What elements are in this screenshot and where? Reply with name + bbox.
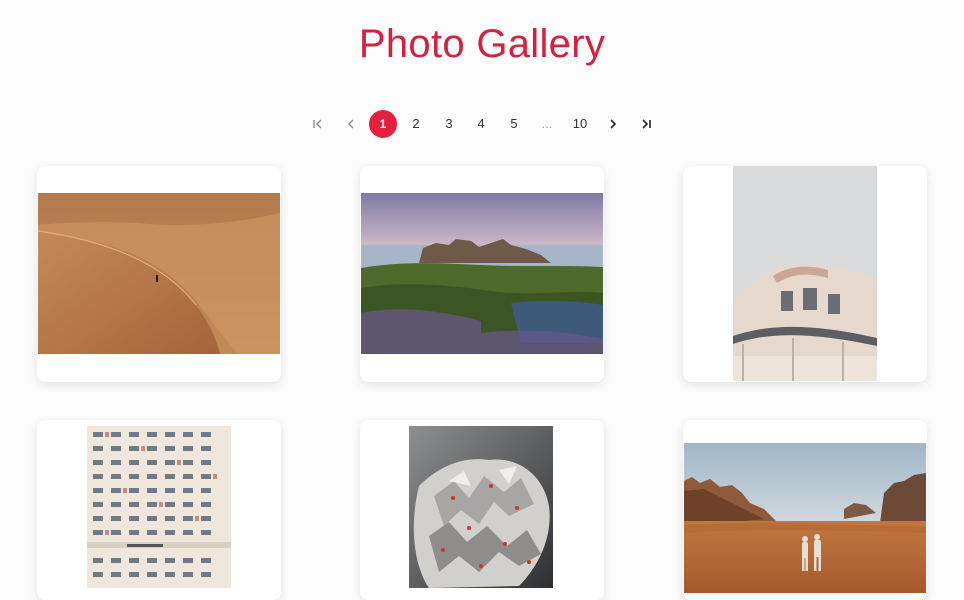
previous-page-button[interactable]	[341, 110, 361, 138]
page-title: Photo Gallery	[358, 22, 606, 66]
desert-couple-photo	[684, 443, 926, 593]
page-button-5[interactable]: 5	[504, 110, 524, 138]
gallery-card[interactable]	[360, 420, 604, 600]
page-button-3[interactable]: 3	[439, 110, 459, 138]
page-button-1[interactable]: 1	[369, 110, 397, 138]
desert-dune-photo	[38, 193, 280, 354]
chevron-left-icon	[348, 119, 354, 129]
gallery-card[interactable]	[360, 166, 604, 382]
gallery-card[interactable]	[683, 420, 927, 600]
abstract-sculpture-photo	[409, 426, 553, 588]
pagination-ellipsis: ...	[541, 116, 553, 131]
gallery-card[interactable]	[683, 166, 927, 382]
next-page-button[interactable]	[603, 110, 623, 138]
page-button-2[interactable]: 2	[406, 110, 426, 138]
gallery-card[interactable]	[37, 420, 281, 600]
building-facade-photo	[733, 166, 877, 381]
page-button-10[interactable]: 10	[567, 110, 593, 138]
coastal-rocks-photo	[361, 193, 603, 354]
first-page-icon	[313, 119, 322, 129]
parking-building-photo	[87, 426, 231, 588]
gallery-card[interactable]	[37, 166, 281, 382]
first-page-button[interactable]	[308, 110, 328, 138]
page-button-4[interactable]: 4	[471, 110, 491, 138]
last-page-icon	[642, 119, 651, 129]
last-page-button[interactable]	[636, 110, 656, 138]
pagination: 1 2 3 4 5 ... 10	[0, 110, 964, 138]
chevron-right-icon	[610, 119, 617, 129]
